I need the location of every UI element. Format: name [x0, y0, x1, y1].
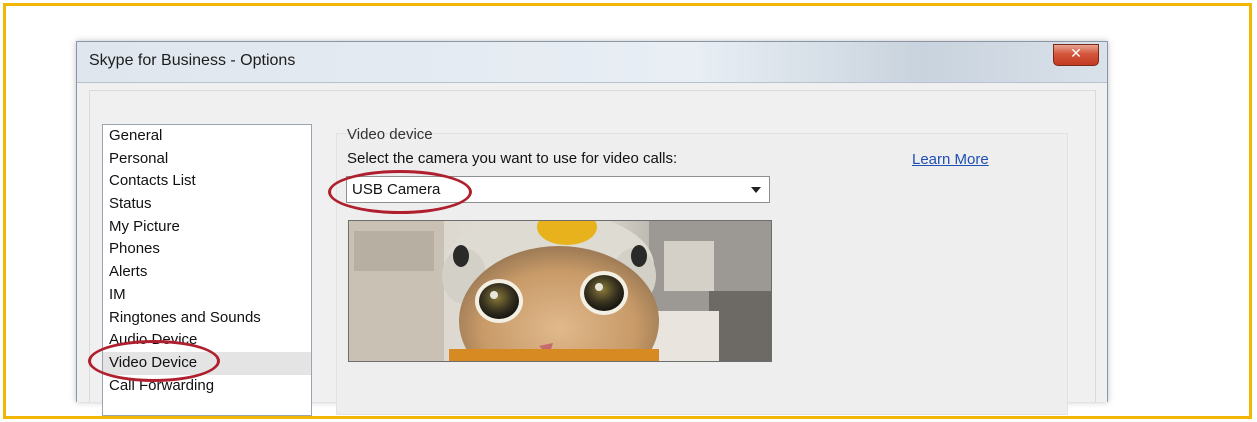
sidebar-item-im[interactable]: IM [103, 284, 311, 307]
camera-feed-image [349, 221, 771, 361]
chevron-down-icon[interactable] [751, 187, 761, 193]
camera-select-value: USB Camera [352, 181, 441, 198]
sidebar-item-general[interactable]: General [103, 125, 311, 148]
sidebar-item-phones[interactable]: Phones [103, 238, 311, 261]
camera-select[interactable]: USB Camera [346, 176, 770, 203]
close-button[interactable]: ✕ [1053, 44, 1099, 66]
sidebar-item-my-picture[interactable]: My Picture [103, 216, 311, 239]
sidebar-item-status[interactable]: Status [103, 193, 311, 216]
sidebar-item-contacts-list[interactable]: Contacts List [103, 170, 311, 193]
sidebar-item-video-device[interactable]: Video Device [103, 351, 311, 375]
camera-prompt: Select the camera you want to use for vi… [347, 150, 678, 167]
options-category-list[interactable]: General Personal Contacts List Status My… [102, 124, 312, 416]
learn-more-link[interactable]: Learn More [912, 151, 989, 168]
sidebar-item-alerts[interactable]: Alerts [103, 261, 311, 284]
sidebar-item-ringtones-and-sounds[interactable]: Ringtones and Sounds [103, 307, 311, 330]
sidebar-item-audio-device[interactable]: Audio Device [103, 329, 311, 352]
close-icon: ✕ [1070, 46, 1082, 62]
section-title: Video device [347, 126, 433, 143]
video-preview [348, 220, 772, 362]
sidebar-item-personal[interactable]: Personal [103, 148, 311, 171]
sidebar-item-call-forwarding[interactable]: Call Forwarding [103, 375, 311, 398]
title-bar: Skype for Business - Options ✕ [77, 42, 1107, 83]
window-title: Skype for Business - Options [89, 52, 296, 69]
